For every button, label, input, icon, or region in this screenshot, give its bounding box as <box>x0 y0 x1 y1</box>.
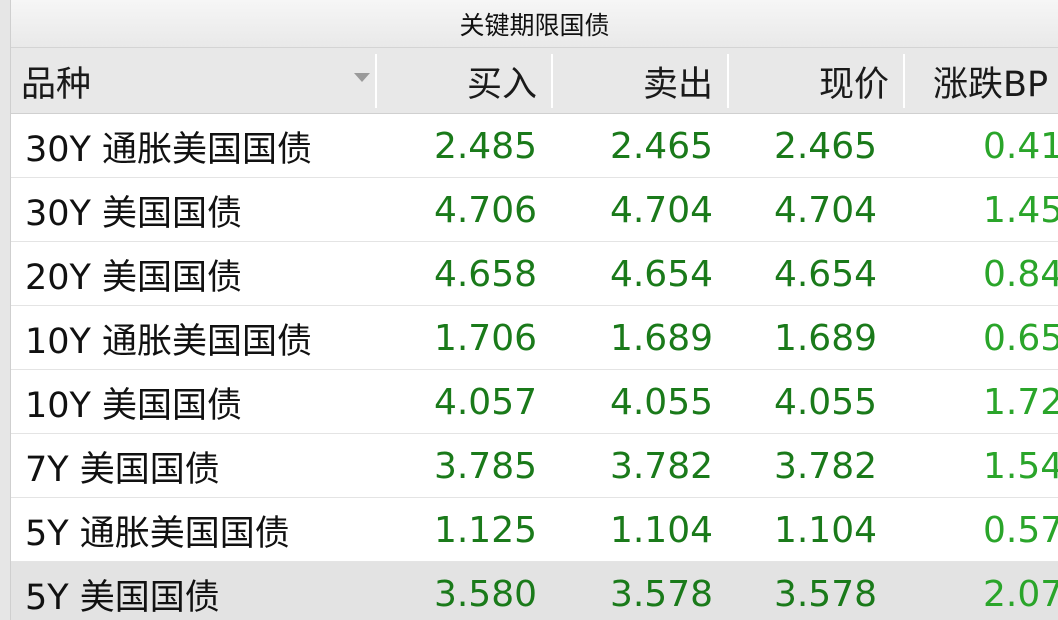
cell-name: 10Y 美国国债 <box>25 385 243 426</box>
cell-bid: 3.785 <box>433 445 537 487</box>
cell-ask: 1.104 <box>609 509 713 551</box>
cell-change: 1.54 <box>983 445 1058 487</box>
cell-ask: 4.055 <box>609 381 713 423</box>
column-header-bid-label: 买入 <box>466 64 537 105</box>
cell-last: 1.104 <box>773 509 877 551</box>
column-header-ask[interactable]: 卖出 <box>553 48 729 114</box>
cell-last: 4.055 <box>773 381 877 423</box>
left-edge-strip <box>0 0 11 620</box>
sort-down-icon[interactable] <box>354 73 370 82</box>
column-header-last-label: 现价 <box>818 64 889 105</box>
cell-bid: 1.125 <box>433 509 537 551</box>
cell-name: 5Y 美国国债 <box>25 577 220 618</box>
cell-change: 2.07 <box>983 573 1058 615</box>
table-header: 品种 买入 卖出 现价 涨跌BP <box>11 48 1058 114</box>
column-header-change[interactable]: 涨跌BP <box>905 48 1058 114</box>
cell-change: 0.65 <box>983 317 1058 359</box>
cell-change: 1.45 <box>983 189 1058 231</box>
cell-ask: 2.465 <box>609 125 713 167</box>
cell-bid: 4.658 <box>433 253 537 295</box>
table-row[interactable]: 30Y 美国国债 4.706 4.704 4.704 1.45 <box>11 178 1058 242</box>
cell-last: 3.782 <box>773 445 877 487</box>
column-header-change-label: 涨跌BP <box>933 64 1049 105</box>
cell-ask: 1.689 <box>609 317 713 359</box>
cell-bid: 3.580 <box>433 573 537 615</box>
cell-bid: 4.706 <box>433 189 537 231</box>
cell-change: 0.84 <box>983 253 1058 295</box>
cell-name: 5Y 通胀美国国债 <box>25 513 290 554</box>
table-row[interactable]: 20Y 美国国债 4.658 4.654 4.654 0.84 <box>11 242 1058 306</box>
panel-title: 关键期限国债 <box>11 0 1058 48</box>
column-header-name-label: 品种 <box>21 64 92 105</box>
column-header-last[interactable]: 现价 <box>729 48 905 114</box>
cell-name: 20Y 美国国债 <box>25 257 243 298</box>
cell-name: 30Y 通胀美国国债 <box>25 129 313 170</box>
cell-last: 4.704 <box>773 189 877 231</box>
cell-ask: 4.704 <box>609 189 713 231</box>
column-header-bid[interactable]: 买入 <box>377 48 553 114</box>
column-header-ask-label: 卖出 <box>642 64 713 105</box>
panel-title-text: 关键期限国债 <box>459 10 610 40</box>
cell-change: 0.41 <box>983 125 1058 167</box>
cell-ask: 3.782 <box>609 445 713 487</box>
table-row[interactable]: 10Y 通胀美国国债 1.706 1.689 1.689 0.65 <box>11 306 1058 370</box>
table-row[interactable]: 30Y 通胀美国国债 2.485 2.465 2.465 0.41 <box>11 114 1058 178</box>
cell-name: 30Y 美国国债 <box>25 193 243 234</box>
cell-change: 0.57 <box>983 509 1058 551</box>
column-header-name[interactable]: 品种 <box>11 48 377 114</box>
cell-name: 7Y 美国国债 <box>25 449 220 490</box>
cell-ask: 4.654 <box>609 253 713 295</box>
cell-last: 1.689 <box>773 317 877 359</box>
cell-ask: 3.578 <box>609 573 713 615</box>
table-row[interactable]: 5Y 通胀美国国债 1.125 1.104 1.104 0.57 <box>11 498 1058 562</box>
table-row-selected[interactable]: 5Y 美国国债 3.580 3.578 3.578 2.07 <box>11 562 1058 620</box>
cell-name: 10Y 通胀美国国债 <box>25 321 313 362</box>
cell-last: 4.654 <box>773 253 877 295</box>
cell-change: 1.72 <box>983 381 1058 423</box>
cell-bid: 4.057 <box>433 381 537 423</box>
table-body: 30Y 通胀美国国债 2.485 2.465 2.465 0.41 30Y 美国… <box>11 114 1058 620</box>
table-row[interactable]: 7Y 美国国债 3.785 3.782 3.782 1.54 <box>11 434 1058 498</box>
cell-bid: 1.706 <box>433 317 537 359</box>
cell-last: 3.578 <box>773 573 877 615</box>
bond-quote-panel: 关键期限国债 品种 买入 卖出 现价 涨跌BP 30Y 通胀美国国债 2.485… <box>0 0 1058 620</box>
cell-last: 2.465 <box>773 125 877 167</box>
table-row[interactable]: 10Y 美国国债 4.057 4.055 4.055 1.72 <box>11 370 1058 434</box>
cell-bid: 2.485 <box>433 125 537 167</box>
